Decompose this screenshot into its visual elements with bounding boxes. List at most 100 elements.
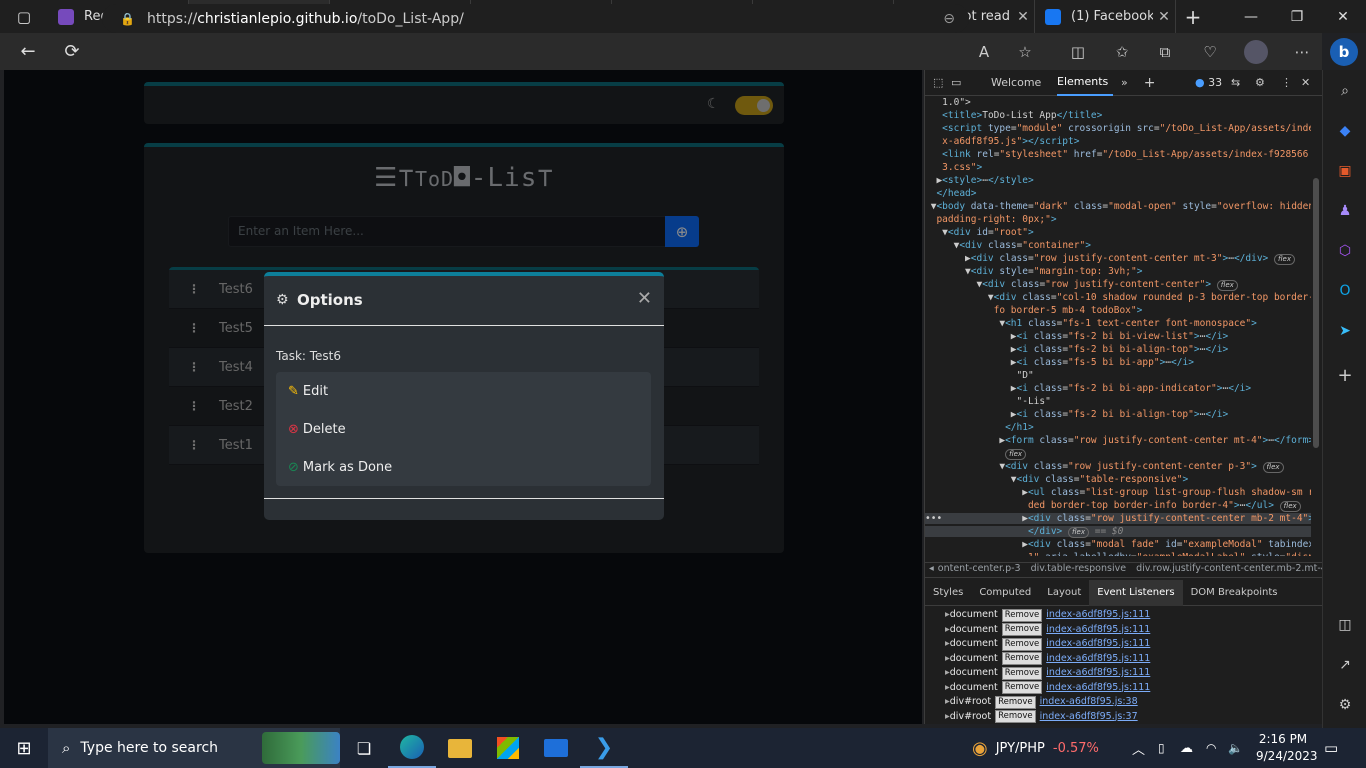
task-view-icon[interactable]: ❏ [340,739,388,758]
listener-source-link[interactable]: index-a6df8f95.js:111 [1046,666,1150,681]
url-path: /toDo_List-App/ [357,10,464,27]
refresh-button[interactable]: ⟳ [52,33,92,70]
subtab[interactable]: Event Listeners [1089,579,1183,606]
send-icon[interactable]: ➤ [1334,320,1356,342]
taskbar-search[interactable]: ⌕ Type here to search [48,728,340,768]
games-icon[interactable]: ♟ [1334,200,1356,222]
tray-device-icon[interactable]: ▯ [1158,741,1165,755]
clock[interactable]: 2:16 PM 9/24/2023 [1256,731,1318,765]
tab-elements[interactable]: Elements [1057,70,1113,96]
listener-source-link[interactable]: index-a6df8f95.js:38 [1040,695,1138,710]
add-tab-icon[interactable]: + [1144,75,1156,91]
gear-icon[interactable]: ⚙ [1334,694,1356,716]
tray-cloud-icon[interactable]: ☁ [1180,741,1193,756]
add-sidebar-icon[interactable]: + [1334,364,1356,386]
favorites-icon[interactable]: ✩ [1110,40,1134,64]
listener-row[interactable]: ▸ document Remove index-a6df8f95.js:111 [925,637,1311,652]
file-explorer-icon[interactable] [436,738,484,758]
start-icon[interactable]: ⊞ [0,738,48,759]
crumb-3[interactable]: div.row.justify-content-center.mb-2.mt-4 [1136,563,1323,574]
favorite-star-icon[interactable]: ☆ [1013,40,1037,64]
menu-icon[interactable]: ⋮ [1281,76,1292,89]
settings-more-icon[interactable]: ⋯ [1290,40,1314,64]
listener-row[interactable]: ▸ document Remove index-a6df8f95.js:111 [925,666,1311,681]
copilot-icon[interactable]: b [1330,38,1358,66]
close-window-button[interactable]: ✕ [1320,0,1366,33]
more-tabs-icon[interactable]: » [1121,76,1128,89]
close-tab-icon[interactable]: ✕ [1012,9,1034,25]
outlook-icon[interactable]: O [1334,280,1356,302]
store-icon[interactable] [484,737,532,759]
close-icon[interactable]: ✕ [637,288,652,309]
tray-chevron-icon[interactable]: ︿ [1132,739,1145,758]
subtab[interactable]: DOM Breakpoints [1183,580,1286,606]
listener-source-link[interactable]: index-a6df8f95.js:111 [1046,681,1150,696]
subtab[interactable]: Layout [1039,580,1089,606]
back-button[interactable]: ← [8,33,48,70]
ticker-name: JPY/PHP [995,740,1045,756]
device-icon[interactable]: ▭ [951,76,977,89]
remove-button[interactable]: Remove [1001,608,1043,622]
profile-avatar[interactable] [1244,40,1268,64]
read-aloud-icon[interactable]: A [972,40,996,64]
dom-scrollbar[interactable] [1313,178,1319,448]
subtab[interactable]: Styles [925,580,971,606]
action-delete[interactable]: ⊗ Delete [276,410,651,448]
remove-button[interactable]: Remove [995,710,1036,724]
listener-source-link[interactable]: index-a6df8f95.js:111 [1046,608,1150,623]
close-devtools-icon[interactable]: ✕ [1301,76,1310,89]
search-icon[interactable]: ⌕ [1334,80,1356,102]
listener-row[interactable]: ▸ document Remove index-a6df8f95.js:111 [925,652,1311,667]
remove-button[interactable]: Remove [1001,652,1043,666]
split-screen-icon[interactable]: ◫ [1066,40,1090,64]
ticker-widget[interactable]: ◉ JPY/PHP -0.57% [972,728,1099,768]
dom-tree[interactable]: 1.0"> <title>ToDo-List App</title> <scri… [925,96,1311,556]
issues-badge[interactable]: ● 33 [1195,76,1222,89]
remove-button[interactable]: Remove [1001,637,1043,651]
listener-row[interactable]: ▸ document Remove index-a6df8f95.js:111 [925,608,1311,623]
collections-icon[interactable]: ⧉ [1153,40,1177,64]
listener-row[interactable]: ▸ div#root Remove index-a6df8f95.js:38 [925,695,1311,710]
browser-tab[interactable]: (1) Facebook ✕ [1035,0,1176,33]
external-icon[interactable]: ↗ [1334,654,1356,676]
restore-button[interactable]: ❐ [1274,0,1320,33]
gear-icon[interactable]: ⚙ [1255,76,1265,89]
remove-button[interactable]: Remove [1001,623,1043,637]
action-edit[interactable]: ✎ Edit [276,372,651,410]
mail-icon[interactable] [532,739,580,757]
crumb-2[interactable]: div.table-responsive [1031,563,1126,574]
listener-source-link[interactable]: index-a6df8f95.js:111 [1046,652,1150,667]
remove-button[interactable]: Remove [995,695,1036,709]
action-mark-as-done[interactable]: ⊘ Mark as Done [276,448,651,486]
edge-app-icon[interactable] [388,728,436,768]
modal-header: ⚙ Options ✕ [264,276,664,326]
address-bar[interactable]: 🔒 https://christianlepio.github.io/toDo_… [102,4,969,33]
minimize-button[interactable]: — [1228,0,1274,33]
subtab[interactable]: Computed [971,580,1039,606]
listener-source-link[interactable]: index-a6df8f95.js:111 [1046,623,1150,638]
shopping-icon[interactable]: ◆ [1334,120,1356,142]
listener-source-link[interactable]: index-a6df8f95.js:111 [1046,637,1150,652]
tray-wifi-icon[interactable]: ◠ [1206,741,1216,755]
office-icon[interactable]: ⬡ [1334,240,1356,262]
inspect-icon[interactable]: ⬚ [933,76,951,89]
listener-row[interactable]: ▸ document Remove index-a6df8f95.js:111 [925,681,1311,696]
new-tab-button[interactable]: + [1176,0,1210,33]
notification-icon[interactable]: ▭ [1324,739,1338,757]
listener-row[interactable]: ▸ div#root Remove index-a6df8f95.js:37 [925,710,1311,725]
network-icon[interactable]: ⇆ [1231,76,1240,89]
remove-button[interactable]: Remove [1001,681,1043,695]
tray-volume-icon[interactable]: 🔈 [1228,741,1243,755]
tools-icon[interactable]: ▣ [1334,160,1356,182]
tab-welcome[interactable]: Welcome [991,76,1057,89]
tab-actions-icon[interactable]: ▢ [0,0,48,33]
listener-source-link[interactable]: index-a6df8f95.js:37 [1040,710,1138,725]
close-tab-icon[interactable]: ✕ [1153,9,1175,25]
zoom-icon[interactable]: ⊖ [943,11,955,27]
crumb-1[interactable]: ontent-center.p-3 [938,563,1021,574]
extensions-icon[interactable]: ♡ [1198,40,1222,64]
listener-row[interactable]: ▸ document Remove index-a6df8f95.js:111 [925,623,1311,638]
vscode-icon[interactable]: ❯ [580,728,628,768]
panel-icon[interactable]: ◫ [1334,614,1356,636]
remove-button[interactable]: Remove [1001,666,1043,680]
